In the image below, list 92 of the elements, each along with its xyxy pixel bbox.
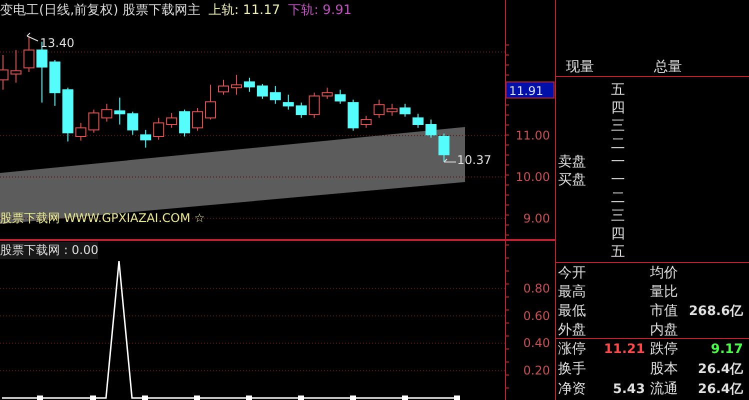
candlestick <box>10 50 22 84</box>
candlestick <box>360 115 372 128</box>
candlestick <box>348 99 359 132</box>
stat-label: 股本 <box>650 360 678 378</box>
line-marker <box>142 396 148 400</box>
order-level: 三 <box>610 207 626 225</box>
arrow-icon <box>26 32 38 42</box>
candlestick <box>205 84 216 120</box>
stat-label: 净资 <box>558 380 586 398</box>
stat-label: 量比 <box>650 282 678 300</box>
column-header: 总量 <box>654 58 682 76</box>
order-level: 二 <box>610 189 626 207</box>
candlestick <box>282 94 294 110</box>
order-level: 五 <box>610 81 626 99</box>
line-marker <box>90 396 96 400</box>
candlestick <box>244 77 255 92</box>
candlestick <box>218 79 229 96</box>
order-level: 一 <box>610 153 626 171</box>
candlestick <box>62 87 74 142</box>
candlestick <box>153 117 164 140</box>
candlestick <box>88 109 100 134</box>
indicator-label: 股票下载网 : 0.00 <box>0 242 98 259</box>
stat-value: 26.4亿 <box>698 361 743 378</box>
axis-label: 0.80 <box>523 281 550 296</box>
axis-label: 9.00 <box>523 211 550 226</box>
low-price-label: 10.37 <box>457 153 492 167</box>
candlestick <box>179 109 190 137</box>
line-marker <box>194 396 200 400</box>
candlestick <box>114 97 126 125</box>
order-level: 三 <box>610 117 626 135</box>
candlestick <box>296 102 307 118</box>
candlestick <box>140 129 152 148</box>
stat-label: 今开 <box>558 264 586 282</box>
column-header: 现量 <box>566 58 594 76</box>
sell-label: 卖盘 <box>557 153 587 171</box>
candlestick <box>334 89 346 104</box>
line-marker <box>402 396 408 400</box>
candlestick <box>75 122 86 142</box>
stat-value: 5.43 <box>612 382 645 396</box>
stat-label: 跌停 <box>650 340 678 358</box>
candlestick <box>374 99 385 118</box>
order-level: 四 <box>610 225 626 243</box>
buy-label: 买盘 <box>557 171 587 189</box>
axis-label: 0.40 <box>523 336 550 350</box>
candlestick <box>101 103 112 122</box>
candlestick <box>308 92 320 118</box>
stat-value: 268.6亿 <box>688 302 743 320</box>
stat-label: 涨停 <box>558 340 586 358</box>
order-level: 五 <box>610 243 626 261</box>
axis-label: 0.20 <box>523 364 550 378</box>
order-level: 二 <box>610 135 626 153</box>
stat-value: 26.4亿 <box>698 381 743 398</box>
candlestick <box>49 59 60 106</box>
candlestick <box>386 103 398 116</box>
band-value: 下轨: 9.91 <box>288 2 352 19</box>
candlestick <box>270 86 281 104</box>
candlestick <box>192 107 204 132</box>
axis-label: 10.00 <box>516 170 550 184</box>
band-value: 上轨: 11.17 <box>208 2 280 19</box>
stat-label: 换手 <box>558 360 586 378</box>
line-marker <box>350 396 356 400</box>
stat-label: 外盘 <box>558 320 586 338</box>
candlestick <box>438 133 450 162</box>
candlestick <box>412 113 424 128</box>
stat-value: 11.21 <box>604 342 645 356</box>
arrow-icon <box>444 158 456 162</box>
stat-label: 最低 <box>558 302 586 320</box>
stat-label: 市值 <box>650 302 678 320</box>
candlestick <box>23 36 34 72</box>
line-marker <box>454 396 460 400</box>
candlestick <box>400 103 411 118</box>
candlestick <box>256 83 268 100</box>
order-level: 四 <box>610 99 626 117</box>
stat-value: 9.17 <box>710 342 743 356</box>
line-marker <box>37 396 43 400</box>
candlestick <box>426 119 436 138</box>
stat-label: 最高 <box>558 282 586 300</box>
candlestick <box>127 111 138 136</box>
axis-label: 11.00 <box>516 128 550 143</box>
chart-title: 变电工(日线,前复权) 股票下载网主 <box>0 2 200 19</box>
current-price-tag: 11.91 <box>506 82 554 98</box>
stat-label: 流通 <box>650 380 678 398</box>
candlestick <box>230 74 242 96</box>
stat-label: 内盘 <box>650 320 678 338</box>
order-level: 一 <box>610 171 626 189</box>
line-marker <box>246 396 252 400</box>
candlestick <box>166 112 178 128</box>
axis-label: 0.60 <box>523 308 550 323</box>
line-marker <box>298 396 304 400</box>
stat-label: 均价 <box>650 264 678 282</box>
high-price-label: 13.40 <box>40 36 74 50</box>
candlestick <box>322 87 333 100</box>
